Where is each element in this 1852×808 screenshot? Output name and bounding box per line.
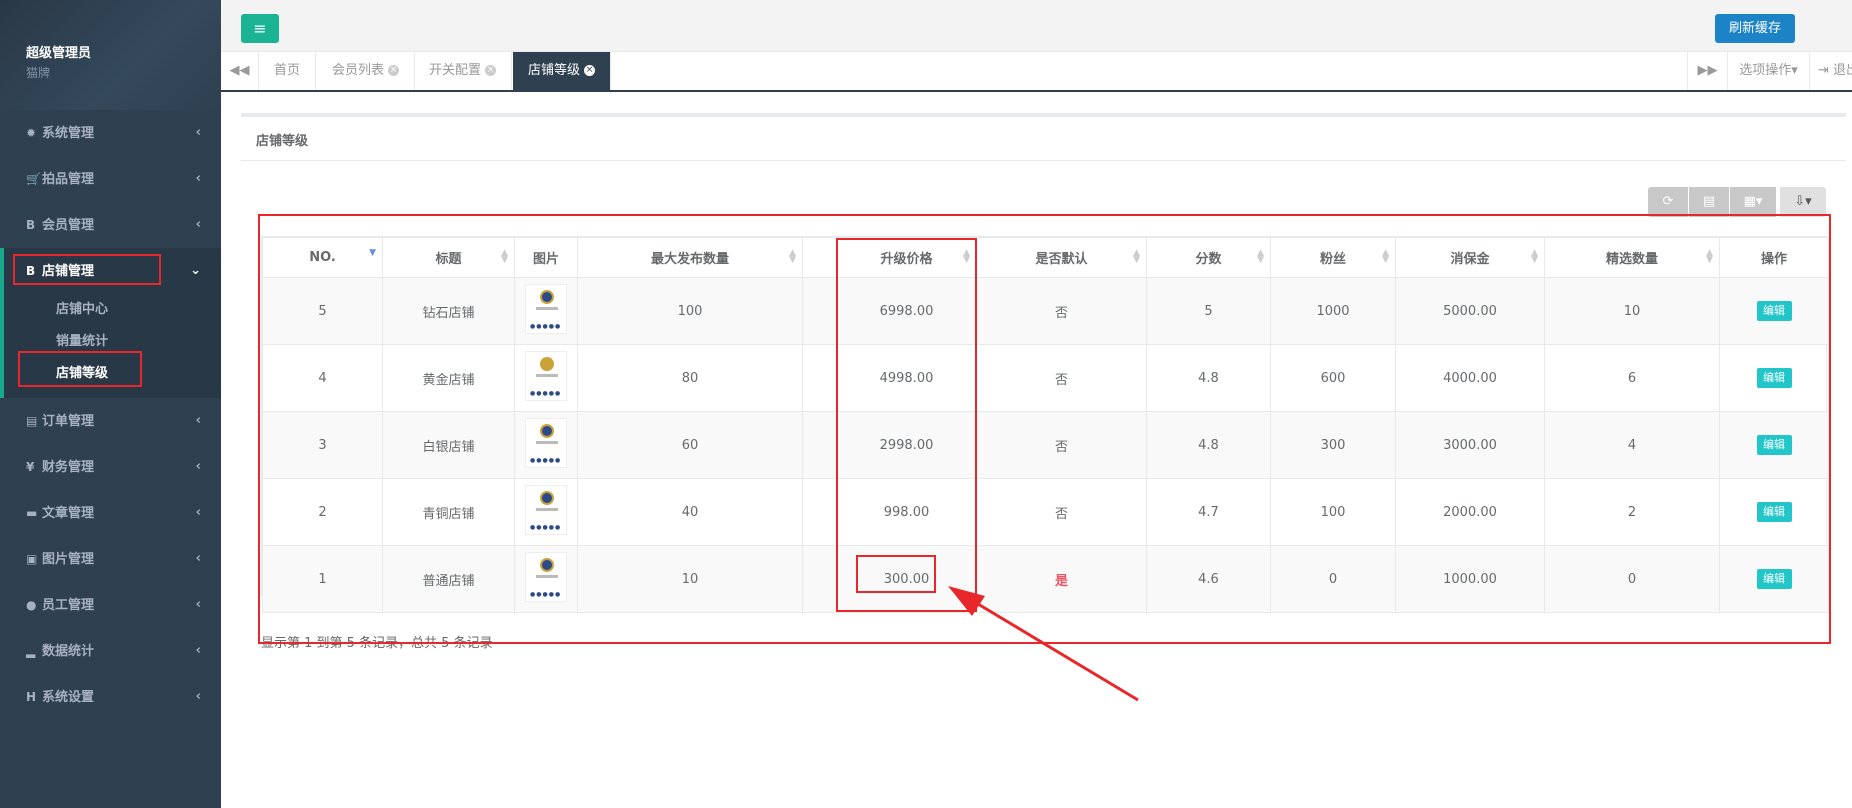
annotation-arrow [948,586,1139,702]
